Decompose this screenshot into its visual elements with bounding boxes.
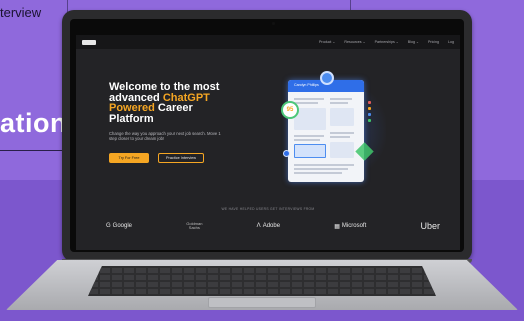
background-divider [0,150,68,151]
keyboard-row [88,268,436,273]
practice-interview-button[interactable]: Practice Interview [158,153,204,163]
brand-goldman-sachs: Goldman Sachs [186,221,203,230]
brand-microsoft: ▦ Microsoft [334,223,366,230]
brand-adobe-label: Adobe [262,223,281,229]
resume-line [330,132,354,134]
keyboard-row [88,282,436,287]
resume-line [294,102,318,104]
color-tag-orange [368,107,371,110]
laptop-screen: Product ⌄ Resources ⌄ Partnerships ⌄ Blo… [76,35,460,250]
hero-title: Welcome to the most advanced ChatGPT Pow… [109,81,249,125]
color-tag-red [368,101,371,104]
resume-section [330,142,354,158]
resume-line [294,172,342,174]
resume-score-badge: 95 [281,101,299,119]
brand-adobe: Ʌ Adobe [257,223,280,229]
hero-title-platform: Platform [109,112,154,125]
resume-line [330,102,348,104]
laptop-bezel: Product ⌄ Resources ⌄ Partnerships ⌄ Blo… [70,19,464,252]
background-divider-vertical-2 [350,0,351,10]
adobe-icon: Ʌ [256,223,261,229]
resume-line [294,139,320,141]
nav-resources[interactable]: Resources ⌄ [344,40,365,44]
site-logo[interactable] [82,39,96,45]
brand-logos: G Google Goldman Sachs Ʌ Adobe ▦ Microso… [106,221,440,231]
keyboard-row [88,289,436,294]
background-text-top: terview [0,5,42,20]
brand-google-label: Google [112,223,133,229]
nav-login[interactable]: Log [448,40,454,44]
google-icon: G [106,223,111,229]
brands-label: WE HAVE HELPED USERS GET INTERVIEWS FROM [221,207,315,211]
resume-line [330,136,350,138]
resume-section [330,108,354,126]
pointer-icon [283,150,290,157]
laptop-trackpad [208,297,316,308]
try-for-free-button[interactable]: Try For Free [109,153,149,163]
hero-title-career: Career [154,102,193,114]
resume-line [294,168,348,170]
site-navbar: Product ⌄ Resources ⌄ Partnerships ⌄ Blo… [76,35,460,49]
hero-subtitle: Change the way you approach your next jo… [109,131,221,142]
nav-partnerships[interactable]: Partnerships ⌄ [375,40,399,44]
microsoft-icon: ▦ [334,223,340,230]
nav-pricing[interactable]: Pricing [428,40,439,44]
resume-name: Carolyn Phillips [294,83,319,87]
camera [272,22,275,25]
keyboard-row [88,275,436,280]
brand-google: G Google [106,223,132,229]
brand-uber: Uber [420,221,440,231]
laptop-keyboard [88,266,436,296]
resume-card: Carolyn Phillips [288,80,364,182]
resume-line [330,98,352,100]
resume-highlight [294,144,326,158]
nav-product[interactable]: Product ⌄ [319,40,335,44]
background-text-large: ation [0,108,67,138]
nav-blog[interactable]: Blog ⌄ [408,40,419,44]
color-tag-green [368,119,371,122]
nav-links: Product ⌄ Resources ⌄ Partnerships ⌄ Blo… [319,40,454,44]
color-tag-blue [368,113,371,116]
laptop-lid: Product ⌄ Resources ⌄ Partnerships ⌄ Blo… [62,10,472,262]
resume-line [294,135,324,137]
resume-line [294,98,324,100]
brand-microsoft-label: Microsoft [341,223,367,229]
resume-avatar [320,71,334,85]
resume-line [294,164,354,166]
